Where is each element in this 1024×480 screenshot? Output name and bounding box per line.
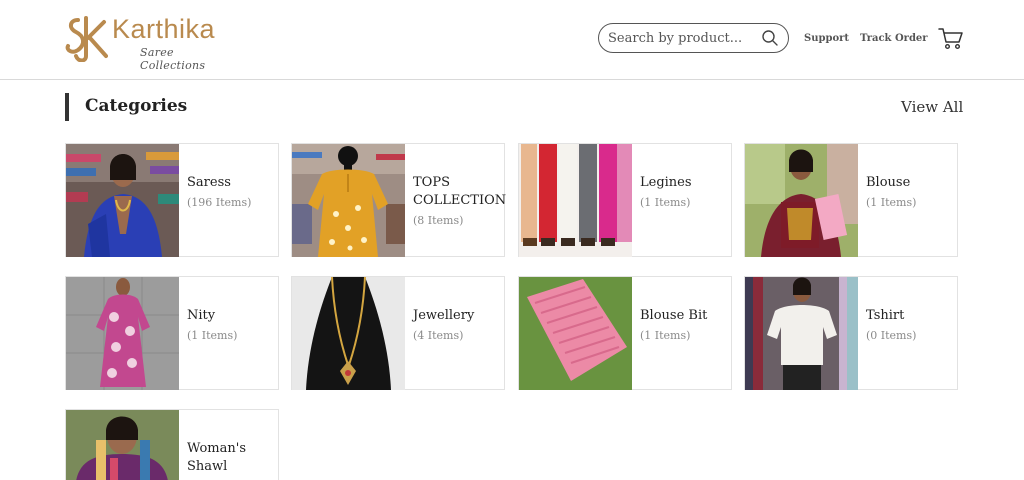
- category-card-nity[interactable]: Nity (1 Items): [65, 276, 279, 390]
- category-info: Tshirt (0 Items): [866, 307, 958, 344]
- category-info: Saress (196 Items): [187, 174, 279, 211]
- category-image: [66, 277, 179, 390]
- category-image: [745, 144, 858, 257]
- support-link[interactable]: Support: [804, 33, 849, 44]
- category-name: Jewellery: [413, 308, 475, 323]
- site-header: Karthika Saree Collections Support Track…: [0, 0, 1024, 80]
- category-info: Legines (1 Items): [640, 174, 732, 211]
- category-image: [66, 410, 179, 480]
- category-image: [292, 144, 405, 257]
- category-card-tshirt[interactable]: Tshirt (0 Items): [744, 276, 958, 390]
- section-title: Categories: [85, 96, 188, 116]
- category-count: (4 Items): [413, 329, 464, 342]
- category-count: (1 Items): [640, 329, 691, 342]
- category-image: [292, 277, 405, 390]
- category-count: (196 Items): [187, 196, 252, 209]
- view-all-link[interactable]: View All: [901, 98, 963, 116]
- category-card-blouse-bit[interactable]: Blouse Bit (1 Items): [518, 276, 732, 390]
- category-image: [519, 277, 632, 390]
- category-card-womans-shawl[interactable]: Woman's Shawl: [65, 409, 279, 480]
- category-name: Legines: [640, 175, 692, 190]
- logo-monogram-icon: [65, 16, 108, 62]
- category-card-legines[interactable]: Legines (1 Items): [518, 143, 732, 257]
- category-info: TOPS COLLECTION (8 Items): [413, 174, 507, 229]
- category-info: Jewellery (4 Items): [413, 307, 505, 344]
- category-count: (1 Items): [866, 196, 917, 209]
- brand-logo[interactable]: Karthika Saree Collections: [64, 14, 234, 72]
- search-icon[interactable]: [761, 29, 779, 47]
- cart-icon[interactable]: [938, 27, 963, 50]
- category-info: Blouse (1 Items): [866, 174, 958, 211]
- brand-name: Karthika: [112, 14, 216, 44]
- category-name: Saress: [187, 175, 231, 190]
- brand-tagline: Saree Collections: [140, 46, 206, 72]
- category-name: Tshirt: [866, 308, 905, 323]
- category-count: (1 Items): [187, 329, 238, 342]
- category-card-tops-collection[interactable]: TOPS COLLECTION (8 Items): [291, 143, 507, 257]
- category-name: Woman's Shawl: [187, 441, 247, 474]
- category-image: [745, 277, 858, 390]
- category-count: (8 Items): [413, 214, 464, 227]
- category-info: Blouse Bit (1 Items): [640, 307, 732, 344]
- category-image: [66, 144, 179, 257]
- category-name: Blouse: [866, 175, 911, 190]
- category-info: Nity (1 Items): [187, 307, 279, 344]
- category-card-blouse[interactable]: Blouse (1 Items): [744, 143, 958, 257]
- search-box: [598, 23, 789, 53]
- track-order-link[interactable]: Track Order: [860, 33, 928, 44]
- category-info: Woman's Shawl: [187, 440, 279, 476]
- category-card-jewellery[interactable]: Jewellery (4 Items): [291, 276, 505, 390]
- section-accent-bar: [65, 93, 69, 121]
- category-card-saress[interactable]: Saress (196 Items): [65, 143, 279, 257]
- category-name: TOPS COLLECTION: [413, 175, 507, 208]
- category-image: [519, 144, 632, 257]
- search-input[interactable]: [608, 30, 756, 46]
- category-name: Blouse Bit: [640, 308, 708, 323]
- category-name: Nity: [187, 308, 216, 323]
- category-count: (0 Items): [866, 329, 917, 342]
- category-count: (1 Items): [640, 196, 691, 209]
